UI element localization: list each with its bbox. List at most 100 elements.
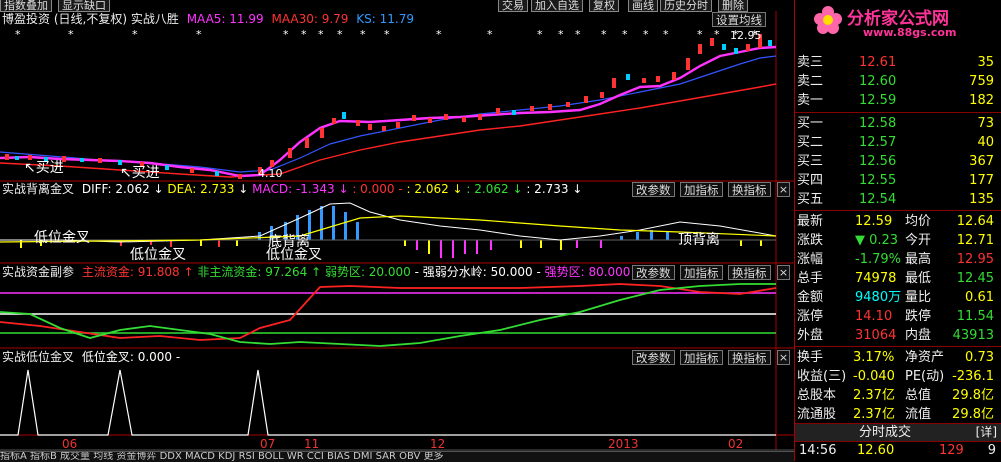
stat-row: 涨停 14.10 跌停 11.54 [797,307,1000,326]
fin-row: 总股本 2.37亿 总值 29.8亿 [797,386,1000,405]
fin-value: 29.8亿 [952,388,994,403]
x-axis-label: 06 [62,437,78,451]
stat-row: 外盘 31064 内盘 43913 [797,326,1000,345]
fin-row: 流通股 2.37亿 流值 29.8亿 [797,405,1000,424]
order-volume: 35 [977,55,994,70]
order-price: 12.59 [859,93,897,108]
panel2-switch-indicator-button[interactable]: 换指标 [728,182,771,197]
panel3-add-indicator-button[interactable]: 加指标 [680,265,723,280]
diff-value: DIFF: 2.062 [81,182,150,196]
signal-star-markers: * * * * * * * * * * * * * * * * * * * * * * * [15,28,758,41]
svg-text:*: * [601,28,607,41]
low-cross-value: 低位金叉: 0.000 [81,350,173,364]
panel2-add-indicator-button[interactable]: 加指标 [680,182,723,197]
svg-text:*: * [337,28,343,41]
tick-row: 14:56 12.60 129 9 [797,441,1000,460]
panel3-switch-indicator-button[interactable]: 换指标 [728,265,771,280]
svg-text:*: * [384,28,390,41]
sell-row: 卖一 12.59 182 [797,91,1000,110]
buy-row: 买四 12.55 177 [797,171,1000,190]
svg-text:*: * [537,28,543,41]
svg-text:*: * [301,28,307,41]
panel2-close-button[interactable]: × [777,182,790,197]
p2-v1: : 0.000 [352,182,395,196]
fin-label: 总股本 [797,388,837,403]
stat-label: 均价 [905,214,932,229]
order-price: 12.56 [859,154,897,169]
tick-header[interactable]: 分时成交 [详] [795,423,1001,442]
p2-v2: : 2.062 [406,182,449,196]
stat-label: 涨幅 [797,252,824,267]
panel2-name: 实战背离金叉 [2,182,75,196]
down-arrow-icon: ↓ [448,182,467,196]
stat-value: 31064 [855,328,897,343]
sell-row: 卖三 12.61 35 [797,53,1000,72]
panel4-change-params-button[interactable]: 改参数 [632,350,675,365]
stat-label: 金额 [797,290,824,305]
down-arrow-icon: ↓ [334,182,353,196]
panel3-title: 实战资金副参 主流资金: 91.808 ↑ 非主流资金: 97.264 ↑ 弱势… [2,265,639,280]
fin-row: 收益(三) -0.040 PE(动) -236.1 [797,367,1000,386]
stat-label: 今开 [905,233,932,248]
x-axis-label: 02 [728,437,744,451]
panel4-switch-indicator-button[interactable]: 换指标 [728,350,771,365]
panel3-close-button[interactable]: × [777,265,790,280]
stat-label: 总手 [797,271,824,286]
down-arrow-icon: ↓ [568,182,583,196]
fin-label: PE(动) [905,369,945,384]
down-arrow-icon: ↓ [508,182,527,196]
low-cross-annotation-3: 低位金叉 [266,247,322,263]
stat-row: 涨幅 -1.79% 最高 12.95 [797,250,1000,269]
top-divergence-annotation: 顶背离 [678,232,720,248]
detail-button[interactable]: [详] [976,424,997,441]
fin-row: 换手 3.17% 净资产 0.73 [797,348,1000,367]
stat-value: 12.95 [956,252,994,267]
order-label: 买一 [797,116,824,131]
svg-text:*: * [558,28,564,41]
order-label: 卖二 [797,74,824,89]
order-label: 卖三 [797,55,824,70]
divider [795,210,1001,211]
panel4-name: 实战低位金叉 [2,350,75,364]
order-label: 买三 [797,154,824,169]
up-arrow-icon: ↑ [179,265,198,279]
divider [795,346,1001,347]
stat-row: 最新 12.59 均价 12.64 [797,212,1000,231]
buy-annotation-1: ↖买进 [24,160,64,176]
panel3-change-params-button[interactable]: 改参数 [632,265,675,280]
stat-row: 总手 74978 最低 12.45 [797,269,1000,288]
x-axis-label: 2013 [608,437,639,451]
order-price: 12.57 [859,135,897,150]
panel2-change-params-button[interactable]: 改参数 [632,182,675,197]
panel4-close-button[interactable]: × [777,350,790,365]
svg-text:*: * [643,28,649,41]
macd-value: MACD: -1.343 [252,182,335,196]
svg-text:*: * [68,28,74,41]
low-price-label: 4.10 [258,167,283,180]
fin-label: 收益(三) [797,369,847,384]
stat-value: 0.61 [965,290,994,305]
stat-value: 43913 [952,328,994,343]
svg-text:*: * [318,28,324,41]
stat-label: 内盘 [905,328,932,343]
detail-label: 详 [980,425,993,439]
divider [795,112,1001,113]
strong-zone-value: 强势区: 80.000 [544,265,631,279]
down-arrow-icon: ↓ [149,182,168,196]
indicator-tab-bar[interactable]: 指标A 指标B 成交量 均线 资金博弈 DDX MACD KDJ RSI BOL… [0,451,794,462]
stat-label: 最高 [905,252,932,267]
up-arrow-icon: ↑ [307,265,325,279]
svg-text:*: * [436,28,442,41]
low-cross-signal [0,369,776,436]
logo-url: www.88gs.com [863,26,957,39]
order-price: 12.54 [859,192,897,207]
high-price-label: 12.95 [730,29,762,42]
svg-text:*: * [15,28,21,41]
svg-text:*: * [663,28,669,41]
dash-icon: - [394,182,407,196]
order-label: 买五 [797,192,824,207]
quote-panel: 分析家公式网 www.88gs.com 卖三 12.61 35 卖二 12.60… [794,0,1001,461]
stat-value: 9480万 [855,290,902,305]
panel4-add-indicator-button[interactable]: 加指标 [680,350,723,365]
x-axis-label: 07 [260,437,276,451]
